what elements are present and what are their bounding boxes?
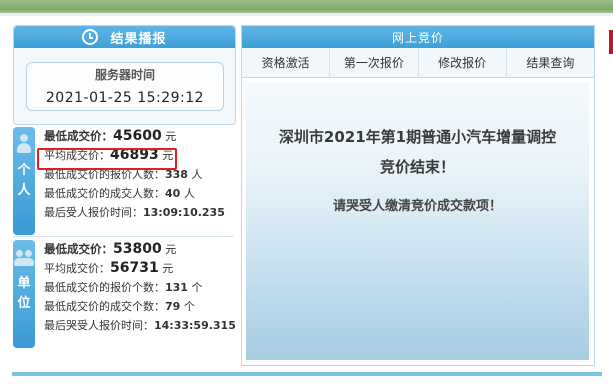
person-icon: [13, 127, 35, 161]
group-icon: [13, 240, 35, 274]
personal-last-time-label: 最后受人报价时间：: [44, 206, 143, 219]
results-panel: 结果播报 服务器时间 2021-01-25 15:29:12: [13, 25, 236, 125]
personal-stats: 个 人 最低成交价：45600 元 平均成交价：46893 元 最低成交价的报价…: [13, 127, 234, 235]
personal-last-time-row: 最后受人报价时间：13:09:10.235: [44, 203, 234, 222]
online-bidding-panel: 网上竞价 资格激活 第一次报价 修改报价 结果查询 深圳市2021年第1期普通小…: [241, 25, 595, 366]
company-avg-price-row: 平均成交价：56731 元: [44, 259, 234, 278]
server-time-value: 2021-01-25 15:29:12: [45, 90, 205, 106]
edge-marker: [609, 30, 613, 54]
company-min-winners: 79: [165, 300, 181, 313]
company-min-winners-label: 最低成交价的成交个数：: [44, 300, 165, 313]
avg-price-highlight-box: [37, 148, 177, 170]
bottom-bar: [12, 372, 602, 376]
stats-divider: [13, 236, 234, 237]
tab-first-bid[interactable]: 第一次报价: [330, 48, 419, 77]
bidding-message-ended: 竞价结束！: [379, 158, 455, 176]
company-min-bidders-row: 最低成交价的报价个数：131 个: [44, 278, 234, 297]
personal-min-winners-unit: 人: [183, 187, 195, 200]
bidding-message-title: 深圳市2021年第1期普通小汽车增量调控: [278, 128, 557, 146]
company-stats: 单 位 最低成交价：53800 元 平均成交价：56731 元 最低成交价的报价…: [13, 240, 236, 348]
personal-min-winners-row: 最低成交价的成交人数：40 人: [44, 184, 234, 203]
company-avg-price-unit: 元: [162, 262, 174, 275]
personal-min-price: 45600: [113, 128, 162, 144]
personal-min-winners: 40: [165, 187, 181, 200]
clock-icon: [82, 29, 99, 45]
online-bidding-header: 网上竞价: [242, 26, 594, 48]
company-tab-char-2: 位: [17, 296, 31, 311]
server-time-label: 服务器时间: [94, 68, 155, 82]
bidding-message-payment: 请哭受人缴清竞价成交款项！: [332, 199, 502, 214]
bidding-tabs: 资格激活 第一次报价 修改报价 结果查询: [242, 48, 594, 78]
tab-modify-bid[interactable]: 修改报价: [419, 48, 507, 77]
personal-min-price-row: 最低成交价：45600 元: [44, 127, 234, 146]
company-min-price: 53800: [113, 241, 162, 257]
results-header: 结果播报: [14, 26, 235, 48]
tab-qualification-activation[interactable]: 资格激活: [242, 48, 331, 77]
company-tab[interactable]: 单 位: [13, 240, 35, 348]
server-time-box: 服务器时间 2021-01-25 15:29:12: [26, 62, 224, 111]
company-min-price-label: 最低成交价：: [44, 242, 113, 256]
results-title: 结果播报: [110, 31, 167, 47]
personal-tab[interactable]: 个 人: [13, 127, 35, 235]
personal-min-price-unit: 元: [165, 130, 177, 143]
personal-tab-char-2: 人: [17, 183, 31, 198]
company-min-price-unit: 元: [165, 243, 177, 256]
company-tab-char-1: 单: [17, 276, 31, 291]
personal-last-time: 13:09:10.235: [143, 206, 225, 219]
personal-min-price-label: 最低成交价：: [44, 129, 113, 143]
personal-min-winners-label: 最低成交价的成交人数：: [44, 187, 165, 200]
company-min-price-row: 最低成交价：53800 元: [44, 240, 234, 259]
top-banner-grass: [0, 0, 613, 16]
company-last-time-row: 最后哭受人报价时间：14:33:59.315: [44, 316, 236, 335]
tab-result-query[interactable]: 结果查询: [507, 48, 594, 77]
company-min-bidders: 131: [165, 281, 188, 294]
company-min-winners-unit: 个: [183, 300, 195, 313]
company-last-time-label: 最后哭受人报价时间：: [44, 319, 154, 332]
personal-tab-char-1: 个: [17, 163, 31, 178]
bidding-content: 深圳市2021年第1期普通小汽车增量调控 竞价结束！ 请哭受人缴清竞价成交款项！: [246, 82, 589, 360]
company-min-winners-row: 最低成交价的成交个数：79 个: [44, 297, 234, 316]
personal-min-bidders-unit: 人: [191, 168, 203, 181]
company-min-bidders-label: 最低成交价的报价个数：: [44, 281, 165, 294]
company-avg-price-label: 平均成交价：: [44, 262, 110, 275]
company-last-time: 14:33:59.315: [154, 319, 236, 332]
company-avg-price: 56731: [110, 260, 159, 276]
company-min-bidders-unit: 个: [191, 281, 203, 294]
